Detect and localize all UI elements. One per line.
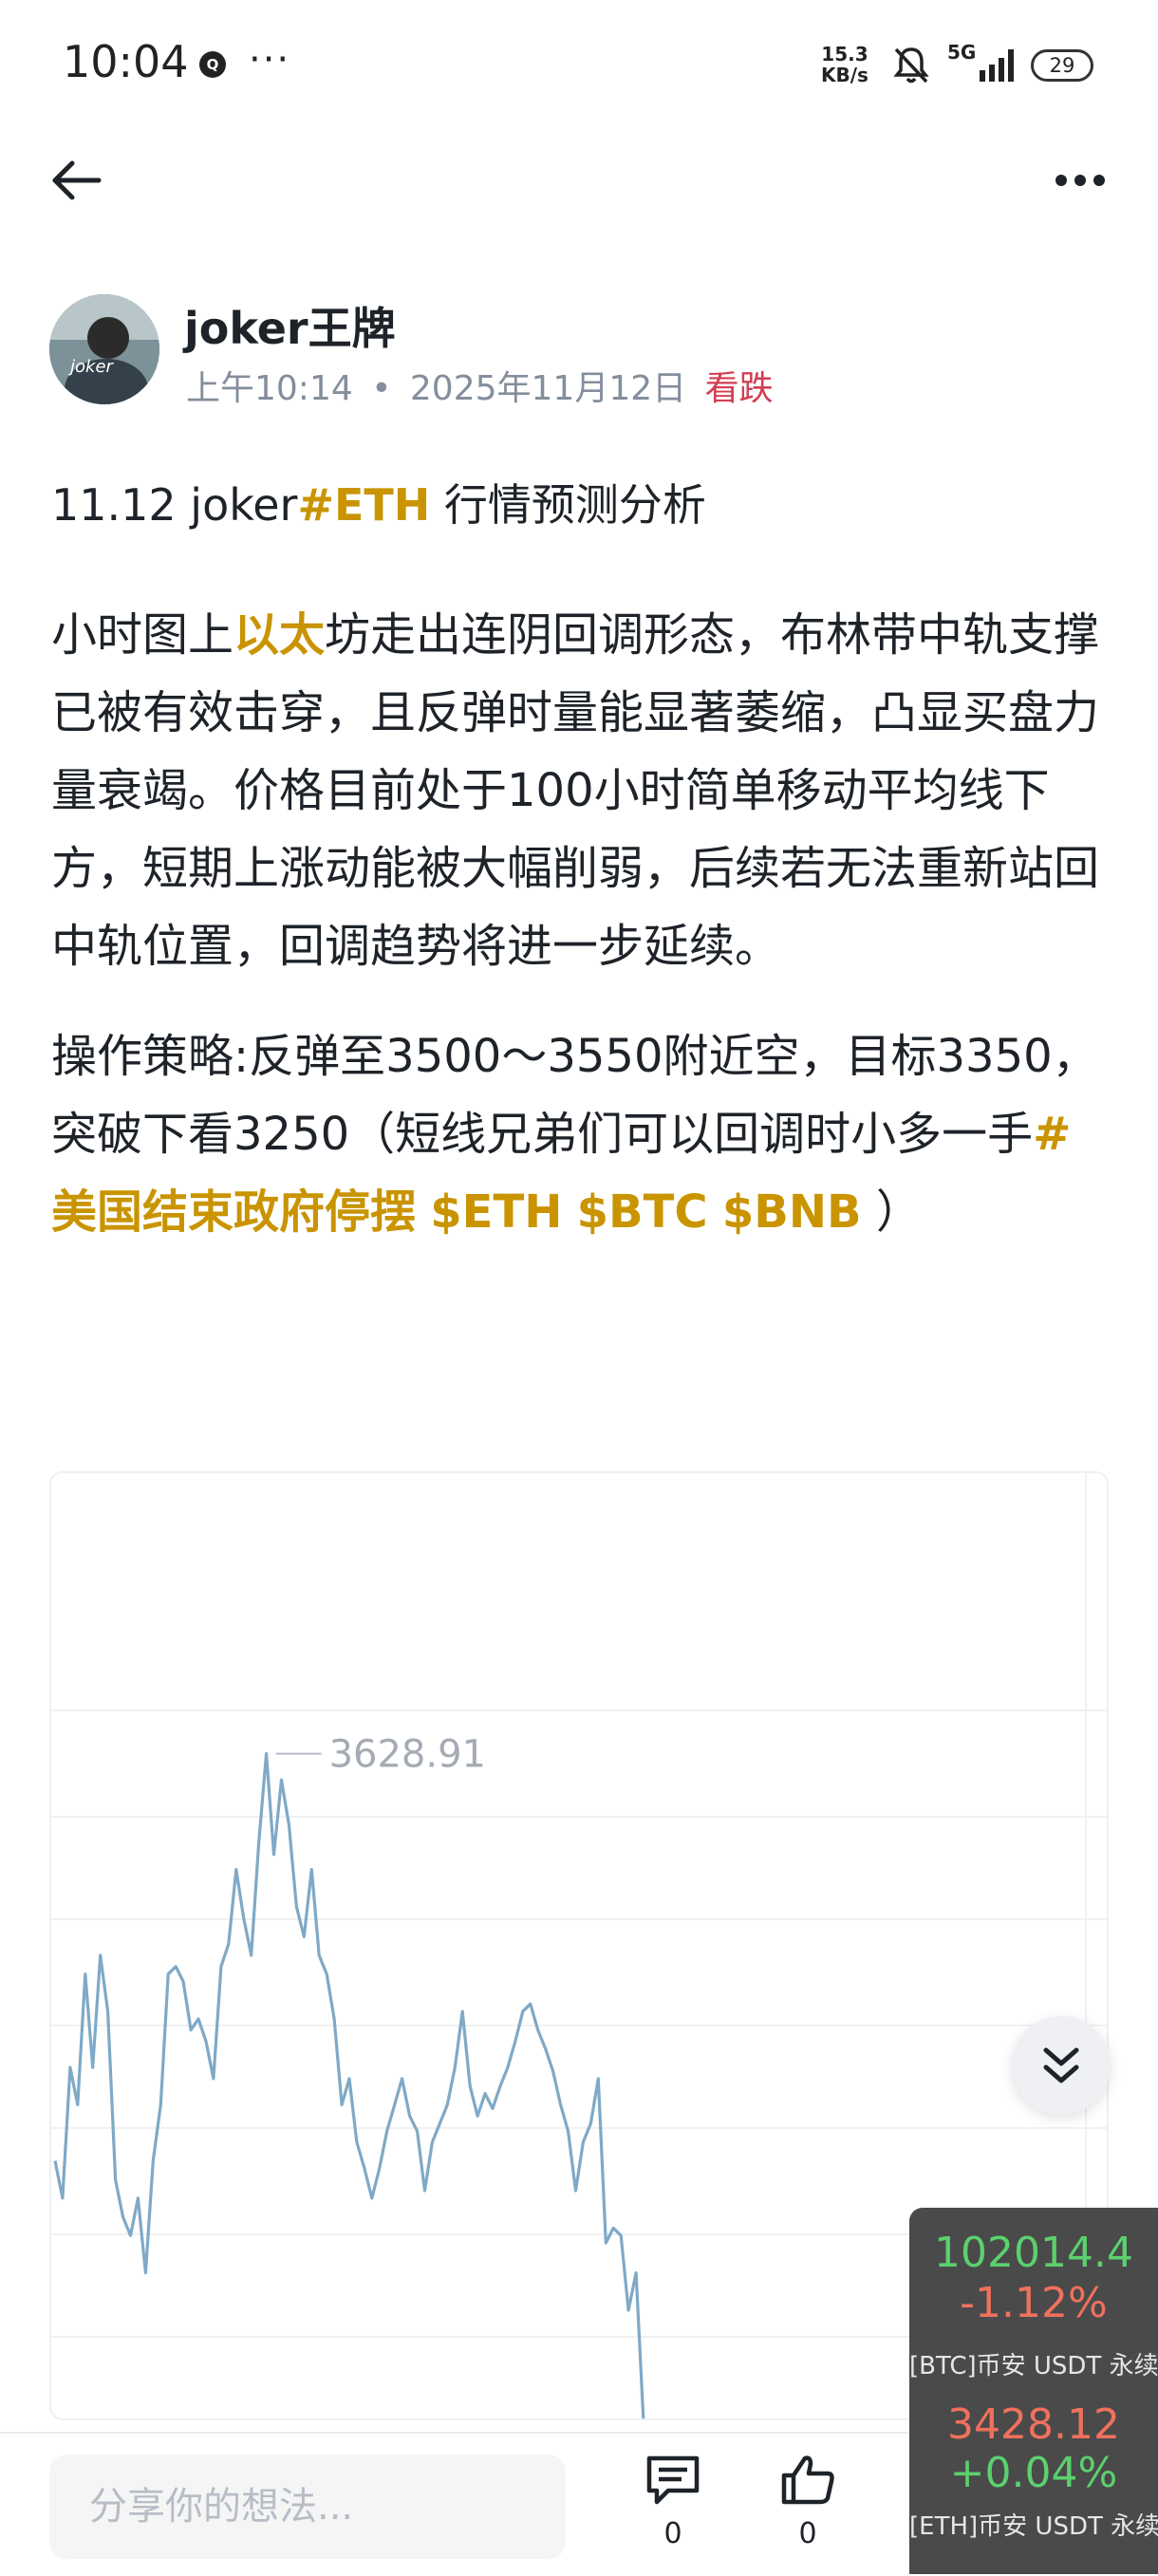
hashtag-eth[interactable]: #ETH [297, 479, 430, 531]
author-avatar[interactable]: joker [49, 294, 159, 404]
cashtag-btc[interactable]: $BTC [577, 1185, 708, 1239]
post-body: 小时图上以太坊走出连阴回调形态，布林带中轨支撑已被有效击穿，且反弹时量能显著萎缩… [51, 596, 1114, 1283]
status-bar: 10:04 Q ··· 15.3 KB/s 5G 29 [0, 0, 1158, 133]
post-time: 上午10:14 [186, 369, 353, 408]
post-date: 2025年11月12日 [409, 369, 687, 408]
battery-indicator: 29 [1031, 49, 1093, 82]
cashtag-eth[interactable]: $ETH [430, 1185, 562, 1239]
comment-icon [646, 2455, 700, 2505]
p2-text-a: 操作策略:反弹至3500～3550附近空，目标3350，突破下看3250（短线兄… [51, 1030, 1098, 1161]
paragraph-analysis: 小时图上以太坊走出连阴回调形态，布林带中轨支撑已被有效击穿，且反弹时量能显著萎缩… [51, 596, 1114, 985]
paragraph-strategy: 操作策略:反弹至3500～3550附近空，目标3350，突破下看3250（短线兄… [51, 1017, 1114, 1251]
comment-button[interactable]: 0 [630, 2453, 716, 2550]
double-chevron-down-icon [1043, 2047, 1079, 2083]
post-meta: 上午10:14 • 2025年11月12日 看跌 [186, 361, 774, 410]
status-more-dots: ··· [249, 38, 291, 82]
thumbs-up-icon [781, 2455, 834, 2505]
network-speed-unit: KB/s [821, 64, 868, 86]
btc-change: -1.12% [960, 2279, 1108, 2327]
p1-text-b: 坊走出连阴回调形态，布林带中轨支撑已被有效击穿，且反弹时量能显著萎缩，凸显买盘力… [51, 608, 1100, 973]
eth-price: 3428.12 [947, 2400, 1120, 2449]
meta-separator: • [371, 369, 392, 408]
coin-link-eth[interactable]: 以太 [233, 608, 325, 662]
price-ticker-widget[interactable]: 102014.4 -1.12% [BTC]币安 USDT 永续 3428.12 … [909, 2208, 1158, 2574]
back-arrow-icon[interactable] [49, 154, 103, 207]
comment-input[interactable]: 分享你的想法... [49, 2455, 566, 2559]
title-prefix: 11.12 joker [51, 479, 298, 531]
network-speed: 15.3 KB/s [821, 44, 868, 85]
signal-icon: 5G [947, 42, 1014, 82]
mute-bell-icon [893, 47, 929, 84]
network-type: 5G [947, 42, 976, 64]
more-options-icon[interactable] [1052, 154, 1109, 207]
comment-count: 0 [663, 2517, 682, 2550]
author-name[interactable]: joker王牌 [184, 294, 396, 357]
btc-price: 102014.4 [934, 2229, 1133, 2277]
post-title: 11.12 joker#ETH 行情预测分析 [51, 471, 706, 533]
app-notification-icon: Q [199, 51, 226, 78]
p2-text-end: ） [875, 1185, 922, 1239]
eth-market-label: [ETH]币安 USDT 永续 [909, 2512, 1158, 2541]
network-speed-value: 15.3 [821, 43, 868, 65]
collapse-button[interactable] [1012, 2016, 1111, 2115]
cashtag-bnb[interactable]: $BNB [722, 1185, 862, 1239]
like-button[interactable]: 0 [765, 2453, 850, 2550]
like-count: 0 [798, 2517, 817, 2550]
p1-text-a: 小时图上 [51, 608, 234, 662]
eth-change: +0.04% [949, 2449, 1118, 2497]
status-time: 10:04 [63, 36, 189, 87]
max-price-label: 3628.91 [329, 1733, 486, 1777]
title-suffix: 行情预测分析 [430, 479, 706, 531]
eth-price-line [53, 1752, 645, 2418]
btc-market-label: [BTC]币安 USDT 永续 [909, 2352, 1158, 2380]
sentiment-badge: 看跌 [704, 369, 774, 408]
svg-text:joker: joker [67, 357, 115, 377]
